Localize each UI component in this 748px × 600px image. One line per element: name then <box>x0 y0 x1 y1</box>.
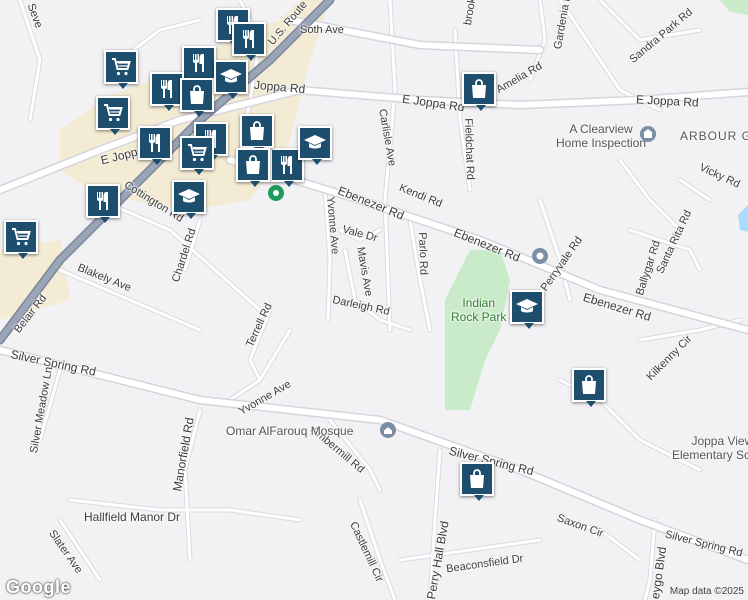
map-marker-school-2[interactable] <box>298 126 332 165</box>
graduation-cap-icon <box>219 65 243 89</box>
fork-knife-icon <box>91 189 115 213</box>
shopping-bag-icon <box>465 467 489 491</box>
map-marker-grocery-3[interactable] <box>180 136 214 175</box>
shopping-bag-icon <box>467 77 491 101</box>
map-marker-grocery-2[interactable] <box>96 96 130 135</box>
place-label-mosque[interactable]: Omar AlFarouq Mosque <box>226 424 353 438</box>
map-attribution[interactable]: Map data ©2025 <box>670 586 744 597</box>
business-icon[interactable] <box>640 126 656 142</box>
park-info-icon[interactable] <box>532 248 548 264</box>
map-marker-shopping-3[interactable] <box>236 148 270 187</box>
fork-knife-icon <box>187 51 211 75</box>
google-logo: Google <box>6 577 71 597</box>
road-label-parlo-rd: Parlo Rd <box>416 232 430 276</box>
shopping-bag-icon <box>577 373 601 397</box>
map-marker-restaurant-3[interactable] <box>182 46 216 85</box>
road-label-fieldchat-rd: Fieldchat Rd <box>462 118 477 181</box>
graduation-cap-icon <box>515 295 539 319</box>
fork-knife-icon <box>275 153 299 177</box>
fork-knife-icon <box>237 27 261 51</box>
map-marker-shopping-1[interactable] <box>180 78 214 117</box>
map-marker-grocery-4[interactable] <box>4 220 38 259</box>
map-marker-restaurant-4[interactable] <box>150 72 184 111</box>
map-marker-restaurant-5[interactable] <box>138 126 172 165</box>
map-marker-school-4[interactable] <box>510 290 544 329</box>
map-marker-school-3[interactable] <box>172 180 206 219</box>
graduation-cap-icon <box>303 131 327 155</box>
shopping-bag-icon <box>241 153 265 177</box>
map-canvas[interactable]: Seve Soth Ave U.S. Route Joppa Rd E Jopp… <box>0 0 748 600</box>
map-marker-shopping-6[interactable] <box>460 462 494 501</box>
graduation-cap-icon <box>177 185 201 209</box>
place-label-clearview[interactable]: A Clearview Home Inspection <box>556 122 646 150</box>
place-label-arbour: ARBOUR G <box>680 129 748 143</box>
fork-knife-icon <box>155 77 179 101</box>
map-marker-shopping-2[interactable] <box>240 114 274 153</box>
map-marker-school-1[interactable] <box>214 60 248 99</box>
shopping-cart-icon <box>109 55 133 79</box>
shopping-cart-icon <box>101 101 125 125</box>
map-marker-restaurant-7[interactable] <box>86 184 120 223</box>
shopping-cart-icon <box>185 141 209 165</box>
transit-icon[interactable] <box>268 185 284 201</box>
place-label-indian-rock-park[interactable]: Indian Rock Park <box>451 296 506 324</box>
map-marker-shopping-5[interactable] <box>572 368 606 407</box>
mosque-icon[interactable] <box>380 422 396 438</box>
place-label-joppa-view-school[interactable]: Joppa View Elementary School <box>672 434 748 462</box>
shopping-cart-icon <box>9 225 33 249</box>
map-marker-grocery-1[interactable] <box>104 50 138 89</box>
map-marker-shopping-4[interactable] <box>462 72 496 111</box>
shopping-bag-icon <box>185 83 209 107</box>
road-label-hallfield-manor-dr: Hallfield Manor Dr <box>84 510 181 524</box>
road-label-soth-ave: Soth Ave <box>300 24 344 36</box>
map-marker-restaurant-2[interactable] <box>232 22 266 61</box>
fork-knife-icon <box>143 131 167 155</box>
shopping-bag-icon <box>245 119 269 143</box>
